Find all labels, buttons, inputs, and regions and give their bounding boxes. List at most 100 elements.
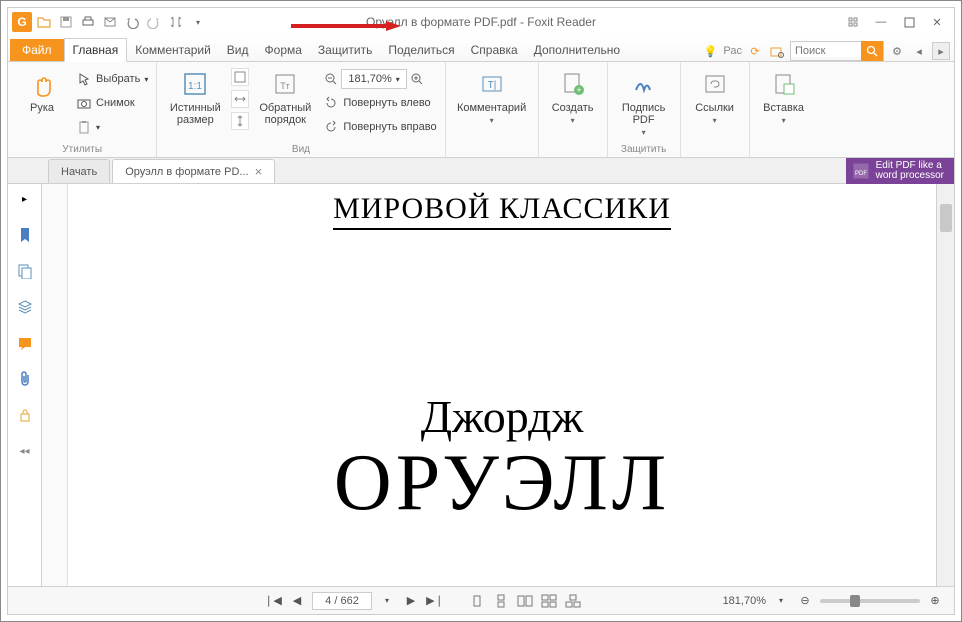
tab-form[interactable]: Форма — [257, 39, 310, 61]
title-bar: G ▾ Оруэлл в формате PDF.pdf - Foxit Rea… — [8, 8, 954, 36]
zoom-slider[interactable] — [820, 599, 920, 603]
refresh-icon[interactable]: ⟳ — [746, 42, 764, 60]
settings-icon[interactable]: ⚙ — [888, 42, 906, 60]
first-page-button[interactable]: ❘◀ — [264, 592, 282, 610]
tab-comment[interactable]: Комментарий — [127, 39, 219, 61]
tell-me-label: Рас — [723, 45, 742, 57]
hand-icon — [26, 68, 58, 100]
links-button[interactable]: Ссылки ▾ — [687, 64, 743, 125]
next-page-button[interactable]: ▶ — [402, 592, 420, 610]
bulb-icon[interactable]: 💡 — [701, 42, 719, 60]
close-button[interactable]: ✕ — [924, 12, 950, 32]
fit-icon: 1:1 — [179, 68, 211, 100]
vertical-scrollbar[interactable] — [936, 184, 954, 586]
clipboard-button[interactable]: ▾ — [74, 116, 150, 138]
insert-button[interactable]: Вставка ▾ — [756, 64, 812, 125]
pages-icon[interactable] — [16, 262, 34, 280]
minimize-button[interactable]: — — [868, 12, 894, 32]
hand-tool-button[interactable]: Рука — [14, 64, 70, 114]
start-tab[interactable]: Начать — [48, 159, 110, 183]
search-box — [790, 41, 884, 61]
page-number-input[interactable]: 4 / 662 — [312, 592, 372, 610]
bookmarks-icon[interactable] — [16, 226, 34, 244]
expand-panel-icon[interactable]: ▸ — [16, 190, 34, 208]
fit-width-icon[interactable] — [231, 90, 249, 108]
maximize-button[interactable] — [896, 12, 922, 32]
search-input[interactable] — [791, 45, 861, 57]
signature-icon — [628, 68, 660, 100]
ribbon-minimize-icon[interactable] — [840, 12, 866, 32]
zoom-out-icon[interactable] — [323, 71, 339, 87]
promo-pdf-icon: PDF — [852, 162, 870, 180]
create-button[interactable]: + Создать ▾ — [545, 64, 601, 125]
window-title: Оруэлл в формате PDF.pdf - Foxit Reader — [366, 15, 596, 29]
reflow-button[interactable]: Tᴛ Обратный порядок — [253, 64, 317, 126]
search-folder-icon[interactable] — [768, 42, 786, 60]
zoom-status-dropdown[interactable]: ▾ — [772, 592, 790, 610]
gutter — [42, 184, 68, 586]
cursor-icon — [76, 71, 92, 87]
status-bar: ❘◀ ◀ 4 / 662 ▾ ▶ ▶❘ 181,70% ▾ ⊖ ⊕ — [8, 586, 954, 614]
fit-page-icon[interactable] — [231, 68, 249, 86]
layers-icon[interactable] — [16, 298, 34, 316]
tab-home[interactable]: Главная — [64, 38, 128, 62]
tab-help[interactable]: Справка — [463, 39, 526, 61]
comments-icon[interactable] — [16, 334, 34, 352]
facing-icon[interactable] — [516, 593, 534, 609]
continuous-icon[interactable] — [492, 593, 510, 609]
security-icon[interactable] — [16, 406, 34, 424]
undo-icon[interactable] — [122, 12, 142, 32]
select-button[interactable]: Выбрать▾ — [74, 68, 150, 90]
print-icon[interactable] — [78, 12, 98, 32]
actual-size-button[interactable]: 1:1 Истинный размер — [163, 64, 227, 126]
zoom-value[interactable]: 181,70%▾ — [341, 69, 406, 89]
camera-icon — [76, 95, 92, 111]
more-panels-icon[interactable]: ◂◂ — [16, 442, 34, 460]
rotate-right-button[interactable]: Повернуть вправо — [321, 116, 438, 138]
file-tab[interactable]: Файл — [10, 39, 64, 61]
utilities-group-label: Утилиты — [14, 142, 150, 157]
single-page-icon[interactable] — [468, 593, 486, 609]
cover-facing-icon[interactable] — [564, 593, 582, 609]
document-view: МИРОВОЙ КЛАССИКИ Джордж ОРУЭЛЛ — [42, 184, 954, 586]
redo-icon[interactable] — [144, 12, 164, 32]
nav-left-icon[interactable]: ◂ — [910, 42, 928, 60]
search-button[interactable] — [861, 41, 883, 61]
tab-extras[interactable]: Дополнительно — [526, 39, 628, 61]
qat-dropdown-icon[interactable]: ▾ — [188, 12, 208, 32]
continuous-facing-icon[interactable] — [540, 593, 558, 609]
zoom-in-button[interactable]: ⊕ — [926, 592, 944, 610]
zoom-in-icon[interactable] — [409, 71, 425, 87]
prev-page-button[interactable]: ◀ — [288, 592, 306, 610]
page-content[interactable]: МИРОВОЙ КЛАССИКИ Джордж ОРУЭЛЛ — [68, 184, 936, 586]
sign-pdf-button[interactable]: Подпись PDF ▾ — [614, 64, 674, 137]
save-icon[interactable] — [56, 12, 76, 32]
tab-share[interactable]: Поделиться — [380, 39, 462, 61]
snapshot-button[interactable]: Снимок — [74, 92, 150, 114]
email-icon[interactable] — [100, 12, 120, 32]
new-doc-icon: + — [557, 68, 589, 100]
rotate-left-button[interactable]: Повернуть влево — [321, 92, 438, 114]
zoom-control[interactable]: 181,70%▾ — [321, 68, 438, 90]
scroll-icon[interactable] — [166, 12, 186, 32]
zoom-out-button[interactable]: ⊖ — [796, 592, 814, 610]
tab-view[interactable]: Вид — [219, 39, 257, 61]
fit-visible-icon[interactable] — [231, 112, 249, 130]
page-dropdown-icon[interactable]: ▾ — [378, 592, 396, 610]
comment-button[interactable]: T| Комментарий ▾ — [452, 64, 532, 125]
open-icon[interactable] — [34, 12, 54, 32]
reflow-icon: Tᴛ — [269, 68, 301, 100]
document-tab[interactable]: Оруэлл в формате PD... × — [112, 159, 275, 183]
tab-protect[interactable]: Защитить — [310, 39, 380, 61]
last-page-button[interactable]: ▶❘ — [426, 592, 444, 610]
nav-right-icon[interactable]: ▸ — [932, 42, 950, 60]
svg-text:PDF: PDF — [855, 171, 867, 177]
ribbon-tabs: Файл Главная Комментарий Вид Форма Защит… — [8, 36, 954, 62]
app-logo[interactable]: G — [12, 12, 32, 32]
attachments-icon[interactable] — [16, 370, 34, 388]
page-author-last: ОРУЭЛЛ — [334, 443, 670, 523]
document-tabs: Начать Оруэлл в формате PD... × PDF Edit… — [8, 158, 954, 184]
close-tab-icon[interactable]: × — [255, 164, 263, 179]
page-header-text: МИРОВОЙ КЛАССИКИ — [333, 192, 671, 230]
promo-banner[interactable]: PDF Edit PDF like a word processor — [846, 158, 954, 184]
